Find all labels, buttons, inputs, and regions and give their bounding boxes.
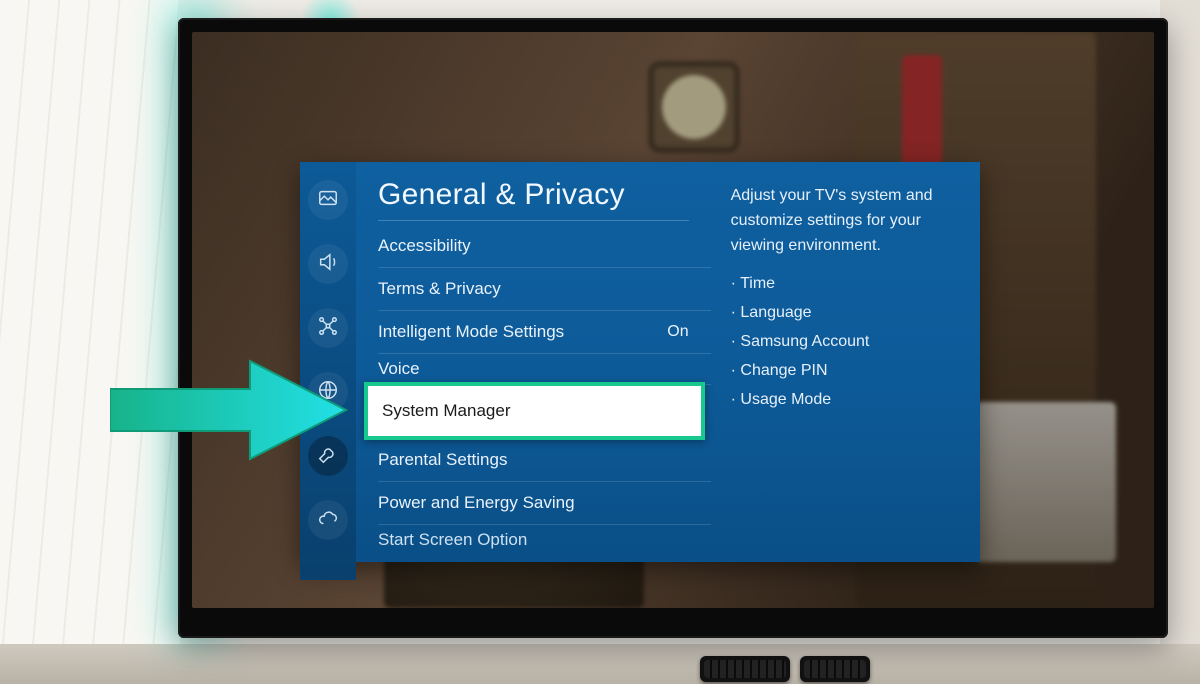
- rail-picture[interactable]: [308, 180, 348, 220]
- room-floor: [0, 644, 1200, 684]
- settings-title: General & Privacy: [378, 178, 711, 212]
- rice-cooker: [976, 402, 1116, 562]
- tv-frame: General & Privacy Accessibility Terms & …: [178, 18, 1168, 638]
- rail-support[interactable]: [308, 500, 348, 540]
- menu-item-parental-settings[interactable]: Parental Settings: [378, 439, 711, 482]
- tv-remote: [800, 656, 870, 682]
- menu-item-terms-privacy[interactable]: Terms & Privacy: [378, 268, 711, 311]
- description-bullet: Samsung Account: [731, 328, 960, 357]
- picture-icon: [317, 187, 339, 214]
- settings-description-list: Time Language Samsung Account Change PIN…: [731, 270, 960, 414]
- menu-item-label: Power and Energy Saving: [378, 493, 575, 513]
- menu-item-intelligent-mode[interactable]: Intelligent Mode Settings On: [378, 311, 711, 354]
- menu-item-label: Accessibility: [378, 236, 471, 256]
- settings-menu: Accessibility Terms & Privacy Intelligen…: [378, 225, 711, 555]
- settings-category-rail: [300, 162, 356, 580]
- wrench-icon: [317, 443, 339, 470]
- rail-sound[interactable]: [308, 244, 348, 284]
- menu-item-label: Start Screen Option: [378, 530, 527, 550]
- description-bullet: Language: [731, 299, 960, 328]
- rail-broadcast[interactable]: [308, 372, 348, 412]
- menu-item-label: System Manager: [382, 401, 511, 421]
- menu-item-power-energy[interactable]: Power and Energy Saving: [378, 482, 711, 525]
- menu-item-value: On: [667, 323, 688, 341]
- description-bullet: Time: [731, 270, 960, 299]
- menu-item-label: Terms & Privacy: [378, 279, 501, 299]
- connection-icon: [317, 315, 339, 342]
- settings-panel: General & Privacy Accessibility Terms & …: [356, 162, 980, 562]
- settings-list-column: General & Privacy Accessibility Terms & …: [356, 162, 711, 562]
- tv-screen: General & Privacy Accessibility Terms & …: [192, 32, 1154, 608]
- scene: General & Privacy Accessibility Terms & …: [0, 0, 1200, 684]
- rail-connection[interactable]: [308, 308, 348, 348]
- description-bullet: Usage Mode: [731, 386, 960, 415]
- cloud-icon: [317, 507, 339, 534]
- menu-item-label: Voice: [378, 359, 420, 379]
- settings-overlay: General & Privacy Accessibility Terms & …: [300, 162, 980, 562]
- rail-general[interactable]: [308, 436, 348, 476]
- description-bullet: Change PIN: [731, 357, 960, 386]
- menu-item-label: Intelligent Mode Settings: [378, 322, 564, 342]
- menu-item-start-screen[interactable]: Start Screen Option: [378, 525, 711, 555]
- menu-item-system-manager[interactable]: System Manager: [364, 382, 705, 440]
- menu-item-accessibility[interactable]: Accessibility: [378, 225, 711, 268]
- wall-clock: [654, 67, 734, 147]
- menu-item-label: Parental Settings: [378, 450, 507, 470]
- divider: [378, 220, 689, 221]
- sound-icon: [317, 251, 339, 278]
- menu-item-voice[interactable]: Voice: [378, 354, 711, 385]
- tv-remote: [700, 656, 790, 682]
- broadcast-icon: [317, 379, 339, 406]
- settings-description-column: Adjust your TV's system and customize se…: [711, 162, 980, 562]
- settings-description-text: Adjust your TV's system and customize se…: [731, 184, 960, 258]
